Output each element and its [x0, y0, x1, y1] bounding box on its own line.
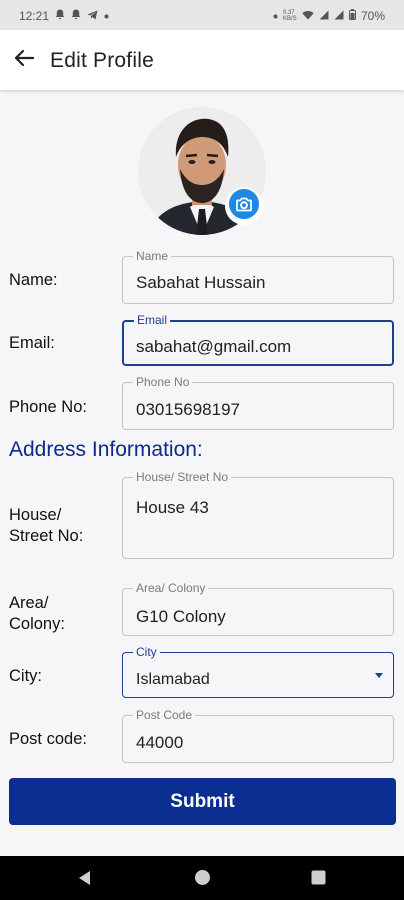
- notification-icon: [55, 9, 65, 23]
- area-row-label: Area/ Colony:: [9, 593, 65, 635]
- status-bar-right: 0.37 KB/S 70%: [273, 9, 385, 23]
- page-title: Edit Profile: [50, 49, 154, 72]
- name-input-value: Sabahat Hussain: [136, 273, 266, 292]
- address-section-title: Address Information:: [9, 438, 203, 461]
- postcode-input-value: 44000: [136, 733, 184, 752]
- status-bar: 12:21 0.37 KB/S 70%: [0, 0, 404, 30]
- area-input-value: G10 Colony: [136, 607, 226, 626]
- back-button[interactable]: [8, 44, 40, 76]
- email-input-value: sabahat@gmail.com: [136, 337, 292, 356]
- battery-percent: 70%: [360, 9, 385, 23]
- camera-icon: [229, 188, 259, 224]
- house-row-label: House/ Street No:: [9, 505, 83, 547]
- signal-icon: [319, 10, 329, 23]
- phone-input-value: 03015698197: [136, 400, 241, 419]
- dot-icon: [273, 11, 278, 22]
- postcode-row-label: Post code:: [9, 730, 87, 748]
- notification-icon: [71, 9, 81, 23]
- city-row-label: City:: [9, 667, 42, 685]
- battery-icon: [348, 9, 356, 23]
- circle-home-icon[interactable]: [194, 869, 211, 891]
- name-floating-label: Name: [133, 249, 172, 263]
- city-selected-value: Islamabad: [136, 671, 210, 688]
- email-row-label: Email:: [9, 334, 55, 352]
- name-field[interactable]: Name Sabahat Hussain: [122, 249, 394, 304]
- submit-button[interactable]: Submit: [9, 778, 396, 825]
- phone-row-label: Phone No:: [9, 398, 87, 416]
- data-speed-icon: 0.37 KB/S: [282, 10, 297, 22]
- status-bar-left: 12:21: [19, 9, 109, 23]
- area-row-label-line1: Area/: [9, 594, 49, 612]
- area-row-label-line2: Colony:: [9, 615, 65, 633]
- telegram-icon: [87, 10, 98, 23]
- postcode-field[interactable]: Post Code 44000: [122, 708, 394, 763]
- square-recents-icon[interactable]: [311, 870, 326, 890]
- house-row-label-line1: House/: [9, 506, 62, 524]
- postcode-floating-label: Post Code: [133, 708, 196, 722]
- arrow-left-icon: [14, 49, 35, 72]
- signal-icon: [334, 10, 344, 23]
- chevron-down-icon: [375, 673, 383, 678]
- house-floating-label: House/ Street No: [133, 470, 232, 484]
- house-input-value: House 43: [136, 498, 209, 517]
- wifi-icon: [302, 10, 314, 23]
- phone-field[interactable]: Phone No 03015698197: [122, 375, 394, 430]
- change-photo-button[interactable]: [225, 187, 263, 225]
- area-floating-label: Area/ Colony: [133, 581, 209, 595]
- system-nav-bar: [0, 856, 404, 900]
- email-floating-label: Email: [134, 313, 171, 327]
- city-dropdown[interactable]: City Islamabad: [122, 645, 394, 698]
- name-row-label: Name:: [9, 271, 58, 289]
- status-time: 12:21: [19, 9, 50, 23]
- triangle-back-icon[interactable]: [77, 870, 93, 891]
- email-field[interactable]: Email sabahat@gmail.com: [122, 313, 394, 366]
- dot-icon: [104, 11, 109, 22]
- house-field[interactable]: House/ Street No House 43: [122, 470, 394, 559]
- area-field[interactable]: Area/ Colony G10 Colony: [122, 581, 394, 636]
- city-floating-label: City: [133, 645, 160, 659]
- phone-floating-label: Phone No: [133, 375, 193, 389]
- house-row-label-line2: Street No:: [9, 527, 84, 545]
- app-bar: Edit Profile: [0, 30, 404, 90]
- profile-avatar-container: [138, 107, 266, 235]
